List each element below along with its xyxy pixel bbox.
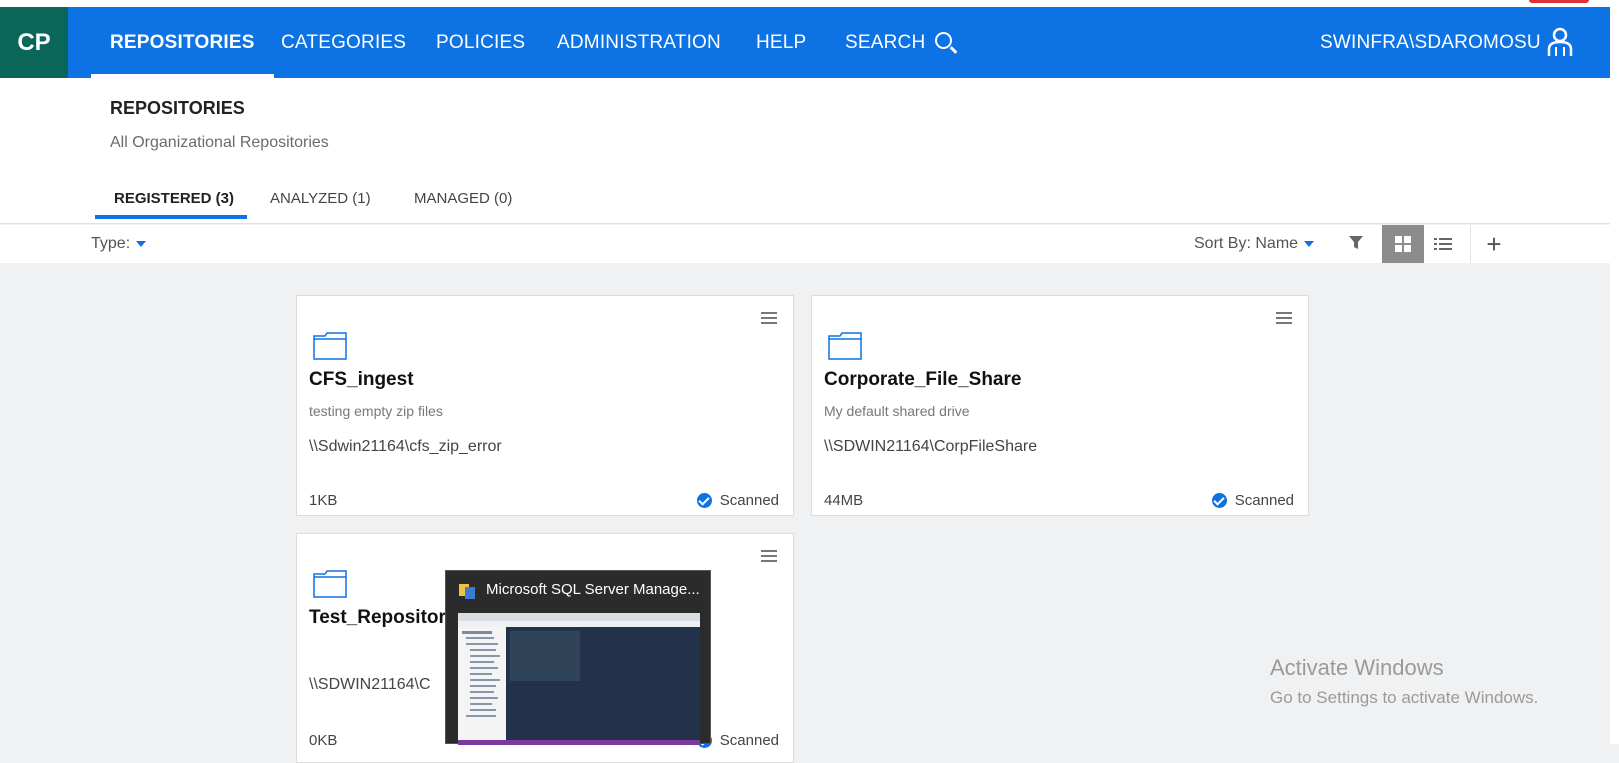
tab-managed[interactable]: MANAGED (0) [414,190,512,207]
activate-windows-title: Activate Windows [1270,655,1444,680]
folder-icon [313,332,347,360]
preview-thumbnail [458,613,700,745]
top-navbar: CP REPOSITORIES CATEGORIES POLICIES ADMI… [0,7,1610,78]
repository-name[interactable]: Test_Repositor [309,607,446,629]
grid-view-icon [1395,236,1411,252]
nav-administration[interactable]: ADMINISTRATION [557,7,721,78]
add-repository-button[interactable]: + [1480,230,1508,258]
nav-categories[interactable]: CATEGORIES [281,7,406,78]
repository-description: My default shared drive [824,403,970,419]
check-circle-icon [696,493,712,508]
search-icon [935,32,953,49]
page-title: REPOSITORIES [110,98,245,118]
window-top-strip [0,0,1619,7]
folder-icon [313,570,347,598]
type-filter-dropdown[interactable]: Type: [91,235,147,253]
card-menu-icon[interactable] [761,312,777,326]
repository-path: \\Sdwin21164\cfs_zip_error [309,438,502,455]
sort-by-value: Name [1255,235,1299,252]
repository-path: \\SDWIN21164\CorpFileShare [824,438,1038,455]
repository-size: 1KB [309,492,338,509]
repository-toolbar: Type: Sort By: Name + [0,225,1610,263]
active-tab-indicator [95,215,247,219]
activate-windows-subtitle: Go to Settings to activate Windows. [1270,688,1539,707]
repository-path: \\SDWIN21164\C [309,676,431,693]
grid-view-button[interactable] [1382,225,1424,263]
toolbar-divider [1470,225,1471,263]
app-logo[interactable]: CP [0,7,68,78]
chevron-down-icon [1304,240,1315,247]
nav-repositories[interactable]: REPOSITORIES [91,7,274,78]
folder-icon [828,332,862,360]
sort-by-label: Sort By: [1194,235,1251,252]
type-filter-label: Type: [91,235,131,252]
user-name[interactable]: SWINFRA\SDAROMOSU [1320,7,1541,78]
repository-name[interactable]: CFS_ingest [309,369,414,391]
status-label: Scanned [1234,492,1294,509]
status-label: Scanned [719,732,779,749]
card-menu-icon[interactable] [761,550,777,564]
list-view-icon[interactable] [1430,231,1456,257]
tab-analyzed[interactable]: ANALYZED (1) [270,190,371,207]
status-label: Scanned [719,492,779,509]
repository-size: 44MB [824,492,864,509]
check-circle-icon [1211,493,1227,508]
status-badge: Scanned [1211,492,1294,509]
sort-by-dropdown[interactable]: Name [1255,235,1315,252]
sql-server-app-icon [459,584,475,599]
tabs-divider [0,223,1610,224]
repository-card[interactable]: CFS_ingest testing empty zip files \\Sdw… [296,295,794,516]
sort-by-control: Sort By: Name [1194,235,1315,253]
repository-description: testing empty zip files [309,403,443,419]
repository-name[interactable]: Corporate_File_Share [824,369,1021,391]
taskbar-window-preview[interactable]: Microsoft SQL Server Manage... [445,570,711,745]
window-scroll-edge [1610,7,1619,744]
nav-search[interactable]: SEARCH [845,7,953,78]
card-menu-icon[interactable] [1276,312,1292,326]
chevron-down-icon [136,240,147,247]
filter-icon[interactable] [1348,235,1364,251]
status-badge: Scanned [696,492,779,509]
page-subtitle: All Organizational Repositories [110,134,329,151]
close-hint [1529,0,1589,3]
tab-registered[interactable]: REGISTERED (3) [114,190,234,207]
nav-policies[interactable]: POLICIES [436,7,525,78]
repository-card[interactable]: Corporate_File_Share My default shared d… [811,295,1309,516]
preview-thumbnail-image [458,613,700,745]
preview-window-title: Microsoft SQL Server Manage... [486,581,700,598]
nav-search-label: SEARCH [845,31,926,53]
page-header: REPOSITORIES All Organizational Reposito… [0,78,1610,224]
repository-size: 0KB [309,732,338,749]
nav-help[interactable]: HELP [756,7,806,78]
user-icon[interactable] [1546,27,1574,57]
